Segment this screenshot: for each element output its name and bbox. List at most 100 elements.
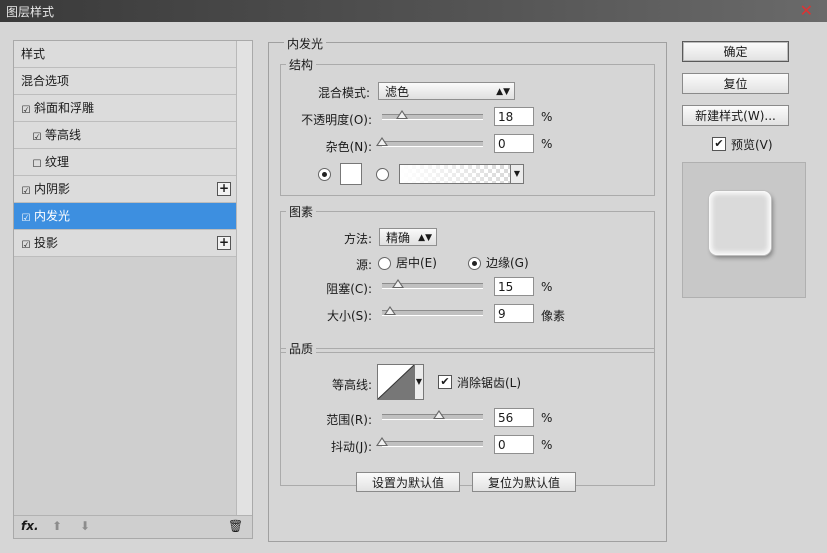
styles-list: 样式 混合选项 ☑ 斜面和浮雕 ☑ 等高线 ☐ 纹理 ☑ 内阴影 + ☑ 内发光 ☑ 投影 + xyxy=(14,41,236,257)
checkbox-checked-icon[interactable]: ☑ xyxy=(21,214,31,224)
style-item-blending-options[interactable]: 混合选项 xyxy=(14,68,236,95)
style-item-contour[interactable]: ☑ 等高线 xyxy=(14,122,236,149)
set-default-button[interactable]: 设置为默认值 xyxy=(356,472,460,492)
slider-thumb[interactable] xyxy=(384,306,396,315)
reset-button[interactable]: 复位 xyxy=(682,73,789,94)
size-input[interactable]: 9 xyxy=(494,304,534,323)
styles-panel: 样式 混合选项 ☑ 斜面和浮雕 ☑ 等高线 ☐ 纹理 ☑ 内阴影 + ☑ 内发光 ☑ 投影 + … xyxy=(13,40,253,539)
style-item-label: 内发光 xyxy=(34,209,71,223)
style-item-label: 投影 xyxy=(34,236,59,250)
panel-title: 内发光 xyxy=(284,35,327,52)
contour-label: 等高线: xyxy=(331,378,372,392)
opacity-unit: % xyxy=(541,110,553,124)
source-edge-radio[interactable] xyxy=(468,257,481,270)
move-up-icon[interactable]: ⬆ xyxy=(52,519,62,533)
blend-mode-select[interactable]: 滤色 ▲▼ xyxy=(378,82,515,100)
reset-default-button[interactable]: 复位为默认值 xyxy=(472,472,576,492)
styles-footer: fx. ⬆ ⬇ 🗑 xyxy=(14,515,252,538)
opacity-input[interactable]: 18 xyxy=(494,107,534,126)
add-icon[interactable]: + xyxy=(217,182,231,196)
slider-thumb[interactable] xyxy=(376,137,388,146)
slider-thumb[interactable] xyxy=(433,410,445,419)
method-select[interactable]: 精确 ▲▼ xyxy=(379,228,437,246)
preview-thumbnail xyxy=(709,191,771,255)
size-slider[interactable] xyxy=(382,306,483,316)
style-item-texture[interactable]: ☐ 纹理 xyxy=(14,149,236,176)
checkbox-checked-icon[interactable]: ☑ xyxy=(21,187,31,197)
slider-thumb[interactable] xyxy=(392,279,404,288)
new-style-button[interactable]: 新建样式(W)... xyxy=(682,105,789,126)
method-label: 方法: xyxy=(343,232,372,246)
blend-mode-value: 滤色 xyxy=(385,85,410,99)
close-icon[interactable]: ✕ xyxy=(800,1,813,20)
noise-slider[interactable] xyxy=(376,137,483,147)
preview-checkbox[interactable]: ✔ xyxy=(712,137,726,151)
style-item-bevel-emboss[interactable]: ☑ 斜面和浮雕 xyxy=(14,95,236,122)
antialias-checkbox[interactable]: ✔ xyxy=(438,375,452,389)
layer-style-dialog: 样式 混合选项 ☑ 斜面和浮雕 ☑ 等高线 ☐ 纹理 ☑ 内阴影 + ☑ 内发光 ☑ 投影 + … xyxy=(0,22,827,553)
choke-label: 阻塞(C): xyxy=(326,282,372,296)
style-item-styles[interactable]: 样式 xyxy=(14,41,236,68)
structure-title: 结构 xyxy=(286,56,317,73)
style-item-label: 样式 xyxy=(21,47,46,61)
fx-icon[interactable]: fx. xyxy=(21,519,39,533)
contour-dropdown-icon[interactable]: ▼ xyxy=(414,364,424,400)
style-item-label: 内阴影 xyxy=(34,182,71,196)
range-unit: % xyxy=(541,411,553,425)
contour-curve-icon xyxy=(377,364,415,400)
style-item-drop-shadow[interactable]: ☑ 投影 + xyxy=(14,230,236,257)
slider-thumb[interactable] xyxy=(396,110,408,119)
move-down-icon[interactable]: ⬇ xyxy=(80,519,90,533)
jitter-slider[interactable] xyxy=(376,437,483,447)
window-title: 图层样式 xyxy=(6,5,55,19)
ok-button[interactable]: 确定 xyxy=(682,41,789,62)
solid-color-radio[interactable] xyxy=(318,168,331,181)
noise-unit: % xyxy=(541,137,553,151)
style-item-label: 混合选项 xyxy=(21,74,70,88)
blend-mode-label: 混合模式: xyxy=(317,86,370,100)
noise-input[interactable]: 0 xyxy=(494,134,534,153)
checkbox-checked-icon[interactable]: ☑ xyxy=(21,241,31,251)
size-label: 大小(S): xyxy=(326,309,372,323)
style-item-label: 纹理 xyxy=(45,155,70,169)
choke-unit: % xyxy=(541,280,553,294)
style-item-inner-glow[interactable]: ☑ 内发光 xyxy=(14,203,236,230)
add-icon[interactable]: + xyxy=(217,236,231,250)
chevron-updown-icon: ▲▼ xyxy=(418,233,432,243)
style-item-inner-shadow[interactable]: ☑ 内阴影 + xyxy=(14,176,236,203)
noise-label: 杂色(N): xyxy=(325,140,372,154)
checkbox-unchecked-icon[interactable]: ☐ xyxy=(32,160,42,170)
checkbox-checked-icon[interactable]: ☑ xyxy=(21,106,31,116)
glow-color-swatch[interactable] xyxy=(340,163,362,185)
chevron-updown-icon: ▲▼ xyxy=(496,87,510,97)
slider-thumb[interactable] xyxy=(376,437,388,446)
glow-gradient-swatch[interactable] xyxy=(399,164,511,184)
gradient-dropdown-icon[interactable]: ▼ xyxy=(510,164,524,184)
style-preview xyxy=(682,162,806,298)
style-item-label: 斜面和浮雕 xyxy=(34,101,95,115)
range-label: 范围(R): xyxy=(326,413,372,427)
choke-input[interactable]: 15 xyxy=(494,277,534,296)
opacity-label: 不透明度(O): xyxy=(301,113,372,127)
styles-scrollbar[interactable] xyxy=(236,41,252,519)
quality-title: 品质 xyxy=(286,340,317,357)
preview-label: 预览(V) xyxy=(731,138,773,152)
method-value: 精确 xyxy=(386,231,411,245)
checkbox-checked-icon[interactable]: ☑ xyxy=(32,133,42,143)
jitter-input[interactable]: 0 xyxy=(494,435,534,454)
source-edge-label: 边缘(G) xyxy=(486,256,529,270)
trash-icon[interactable]: 🗑 xyxy=(228,519,243,533)
antialias-label: 消除锯齿(L) xyxy=(457,376,522,390)
gradient-radio[interactable] xyxy=(376,168,389,181)
range-input[interactable]: 56 xyxy=(494,408,534,427)
contour-picker[interactable] xyxy=(377,364,415,400)
choke-slider[interactable] xyxy=(382,279,483,289)
source-label: 源: xyxy=(355,258,372,272)
opacity-slider[interactable] xyxy=(382,110,483,120)
elements-title: 图素 xyxy=(286,203,317,220)
style-item-label: 等高线 xyxy=(45,128,82,142)
size-unit: 像素 xyxy=(541,309,566,323)
source-center-radio[interactable] xyxy=(378,257,391,270)
source-center-label: 居中(E) xyxy=(396,256,437,270)
range-slider[interactable] xyxy=(382,410,483,420)
